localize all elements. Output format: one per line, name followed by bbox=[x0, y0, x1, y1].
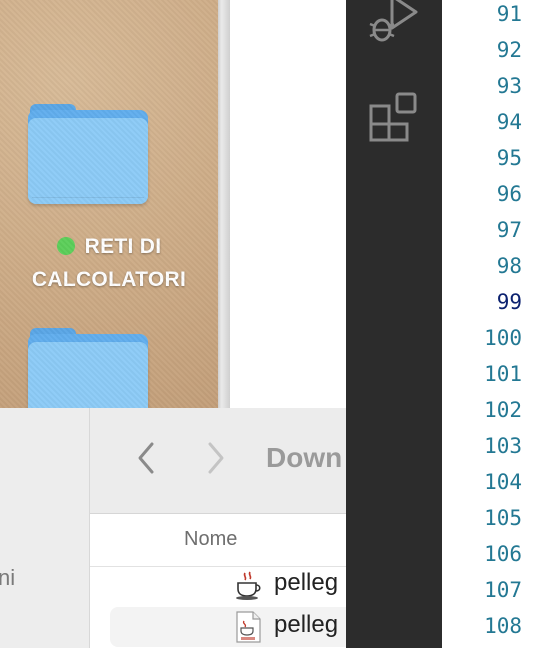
activity-bar bbox=[346, 0, 442, 648]
file-row[interactable]: pelleg bbox=[110, 607, 346, 647]
finder-toolbar: Down bbox=[90, 408, 346, 514]
line-number: 97 bbox=[496, 218, 522, 242]
column-name-label[interactable]: Nome bbox=[184, 528, 237, 551]
file-row[interactable]: pelleg bbox=[110, 565, 346, 605]
java-file-icon bbox=[236, 611, 261, 643]
line-number: 99 bbox=[496, 290, 522, 314]
folder-label[interactable]: RETI DI bbox=[0, 230, 218, 263]
folder-icon[interactable] bbox=[28, 104, 148, 204]
line-number: 92 bbox=[496, 38, 522, 62]
line-number: 108 bbox=[484, 614, 522, 638]
line-number: 94 bbox=[496, 110, 522, 134]
desktop-wallpaper: RETI DI CALCOLATORI bbox=[0, 0, 218, 428]
line-number: 93 bbox=[496, 74, 522, 98]
window-edge bbox=[218, 0, 230, 408]
line-number: 105 bbox=[484, 506, 522, 530]
line-number: 107 bbox=[484, 578, 522, 602]
line-number: 95 bbox=[496, 146, 522, 170]
line-number: 98 bbox=[496, 254, 522, 278]
line-number: 102 bbox=[484, 398, 522, 422]
chevron-right-icon[interactable] bbox=[204, 440, 228, 476]
file-name: pelleg bbox=[274, 611, 339, 638]
chevron-left-icon[interactable] bbox=[134, 440, 158, 476]
file-list: pelleg pelleg bbox=[90, 567, 346, 648]
line-number: 91 bbox=[496, 2, 522, 26]
line-number: 106 bbox=[484, 542, 522, 566]
extensions-icon[interactable] bbox=[366, 90, 422, 146]
line-number: 101 bbox=[484, 362, 522, 386]
green-tag-icon bbox=[56, 237, 75, 255]
column-header[interactable]: Nome bbox=[90, 514, 346, 567]
run-debug-icon[interactable] bbox=[366, 0, 422, 46]
line-number: 100 bbox=[484, 326, 522, 350]
background-window bbox=[230, 0, 346, 408]
sidebar-item-label[interactable]: ni bbox=[0, 565, 15, 591]
line-number: 104 bbox=[484, 470, 522, 494]
editor-gutter: 91 92 93 94 95 96 97 98 99 100 101 102 103 104 105 106 1… bbox=[442, 0, 548, 648]
java-coffee-icon bbox=[236, 571, 261, 600]
window-title: Down bbox=[266, 442, 343, 473]
finder-sidebar: ni bbox=[0, 408, 90, 648]
folder-label-line2[interactable]: CALCOLATORI bbox=[0, 263, 218, 296]
finder-window: ni Down Nome pelleg pelleg bbox=[0, 408, 346, 648]
line-number: 96 bbox=[496, 182, 522, 206]
file-name: pelleg bbox=[274, 569, 339, 596]
line-number: 103 bbox=[484, 434, 522, 458]
